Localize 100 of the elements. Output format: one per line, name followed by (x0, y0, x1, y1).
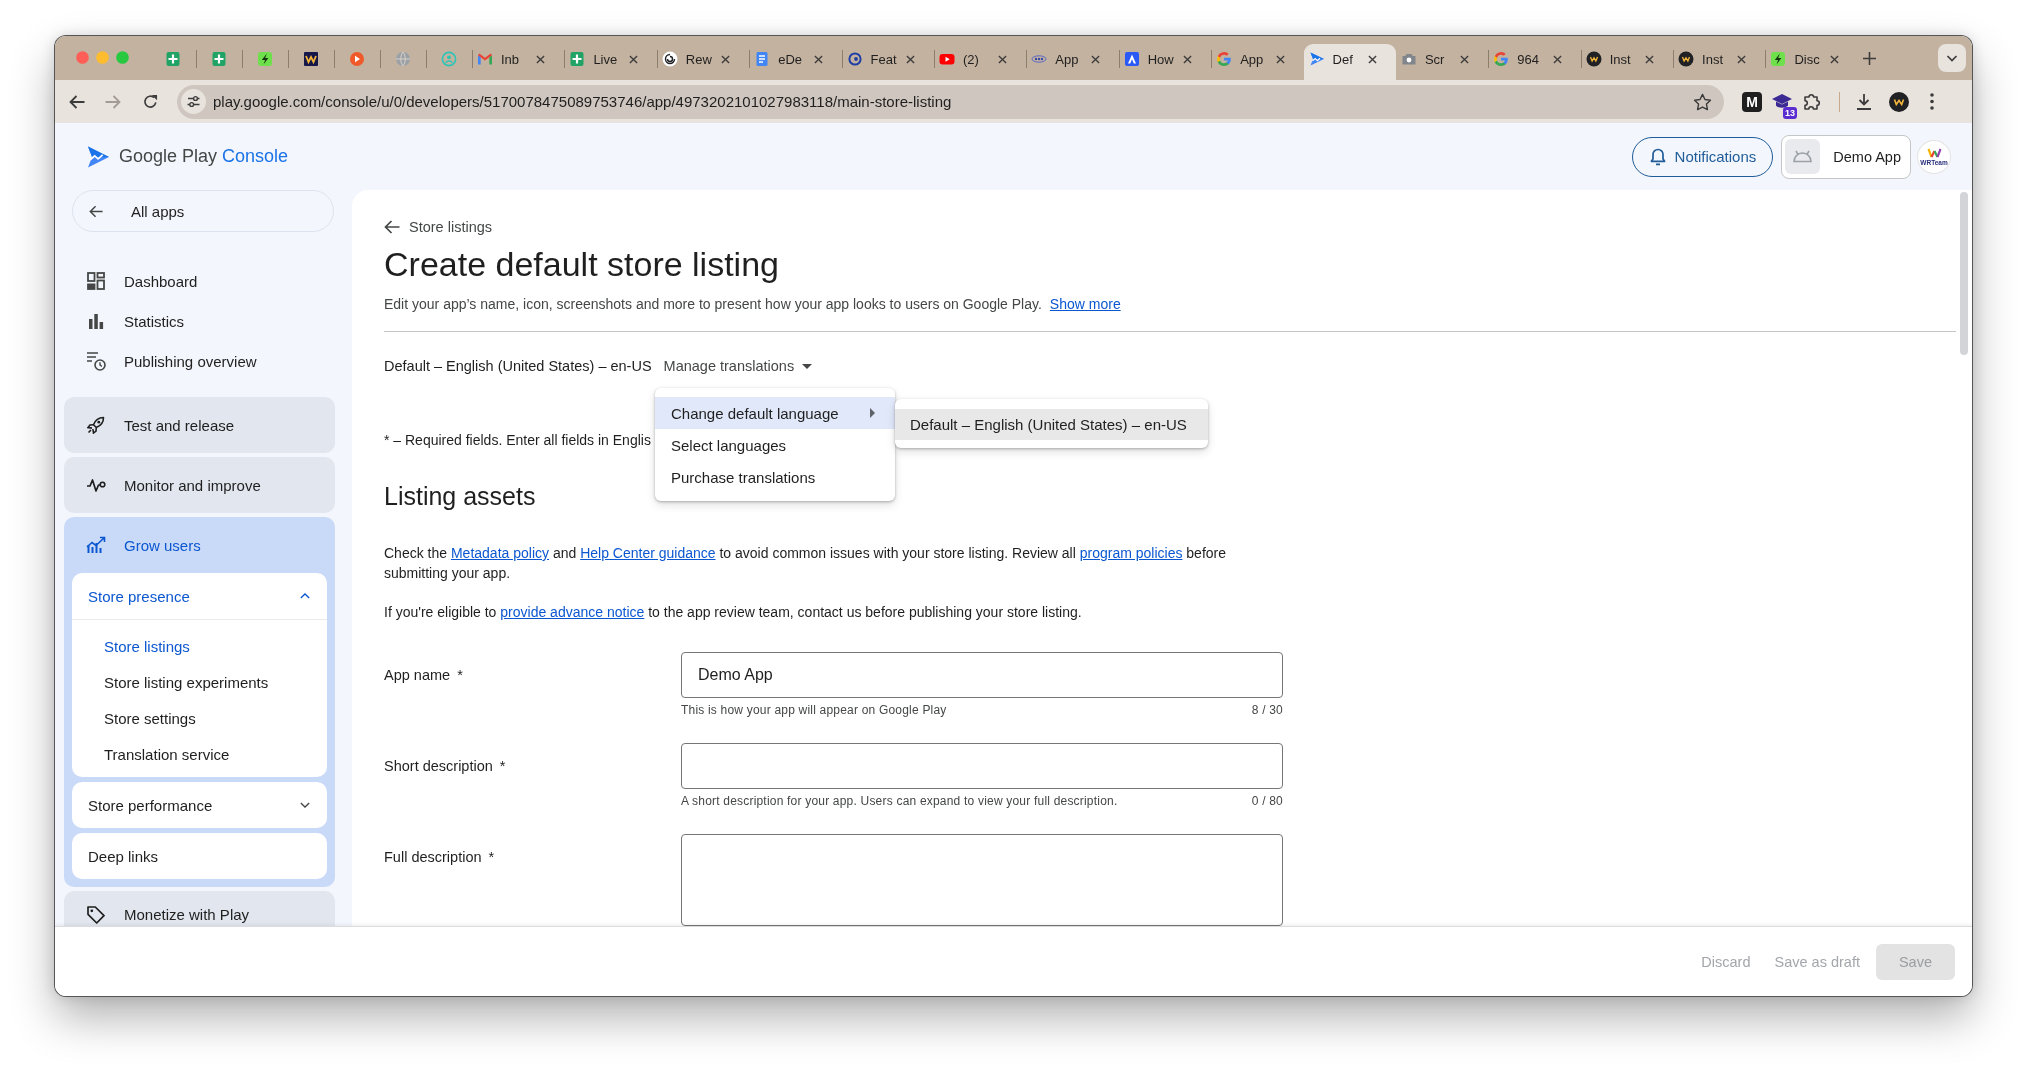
nav-section[interactable]: Monetize with Play (64, 891, 335, 926)
back-icon[interactable] (69, 94, 85, 109)
bar-chart-icon (88, 313, 104, 329)
more-icon[interactable] (1930, 93, 1934, 110)
browser-tab[interactable]: Live (564, 44, 657, 80)
textarea-field[interactable] (681, 834, 1283, 926)
nav-link[interactable]: Statistics (64, 301, 335, 341)
manage-translations-button[interactable]: Manage translations (663, 358, 813, 374)
extension-button[interactable]: M (1742, 91, 1762, 112)
g-logo-icon (1493, 51, 1510, 67)
nav-section-header[interactable]: Grow users (64, 517, 335, 573)
browser-tab[interactable]: (2) (933, 44, 1027, 80)
close-icon[interactable] (1090, 54, 1100, 64)
globe-icon (395, 51, 411, 67)
browser-tab[interactable]: Rew (656, 44, 750, 80)
browser-tab[interactable]: App (1211, 44, 1304, 80)
nav-section[interactable]: Monitor and improve (64, 457, 335, 513)
text-link[interactable]: Help Center guidance (580, 545, 716, 561)
text-link[interactable]: provide advance notice (500, 604, 645, 620)
close-icon[interactable] (905, 54, 915, 64)
browser-tab[interactable]: Scr (1395, 44, 1489, 80)
browser-tab[interactable]: How (1118, 44, 1212, 80)
nav-subitem[interactable]: Store listings (72, 628, 327, 664)
back-arrow-icon (384, 220, 400, 234)
browser-tab[interactable]: Def (1303, 44, 1396, 80)
close-icon[interactable] (1367, 54, 1377, 64)
close-icon[interactable] (536, 54, 546, 64)
nav-item[interactable]: Deep links (72, 833, 327, 879)
close-icon[interactable] (1737, 54, 1747, 64)
profile-avatar-icon[interactable] (1889, 91, 1909, 112)
browser-tab[interactable]: Inst (1580, 44, 1674, 80)
nav-subitem[interactable]: Store listing experiments (72, 664, 327, 700)
nav-item[interactable]: Store performance (72, 782, 327, 828)
text-link[interactable]: Metadata policy (450, 545, 549, 561)
menu-item[interactable]: Change default language (655, 397, 895, 429)
pulse-icon (86, 478, 106, 492)
app-switcher[interactable]: Demo App (1781, 134, 1911, 179)
download-icon[interactable] (1855, 93, 1873, 110)
nav-subitem[interactable]: Store settings (72, 700, 327, 736)
close-icon[interactable] (1552, 54, 1562, 64)
schedule-list-icon (86, 351, 106, 371)
helper-text: A short description for your app. Users can expand to view your full description. (681, 794, 1118, 808)
growth-chart-icon (86, 536, 106, 554)
text-link[interactable]: program policies (1079, 545, 1183, 561)
show-more-link[interactable]: Show more (1049, 296, 1121, 312)
nav-section[interactable]: Test and release (64, 397, 335, 453)
round-logo-icon (1585, 51, 1602, 67)
close-icon[interactable] (1183, 54, 1193, 64)
close-icon[interactable] (721, 54, 731, 64)
character-counter: 8 / 30 (1251, 703, 1283, 717)
reload-icon[interactable] (142, 94, 158, 109)
lightning-tile-icon (1770, 51, 1787, 67)
document-icon (754, 51, 771, 67)
graduation-cap-icon[interactable] (1771, 93, 1793, 110)
back-link[interactable]: Store listings (384, 217, 492, 237)
close-icon[interactable] (1829, 54, 1839, 64)
browser-tab[interactable]: Inb (472, 44, 565, 80)
browser-tab[interactable]: Feat (841, 44, 934, 80)
robot-head-icon (1785, 139, 1821, 174)
browser-tab[interactable]: Disc (1765, 44, 1858, 80)
arrow-logo-icon (1308, 51, 1325, 67)
info-paragraph: If you're eligible to provide advance notice to the app review team, contact us before publishing your store listing. (384, 603, 1083, 622)
close-icon[interactable] (1275, 54, 1285, 64)
close-icon[interactable] (813, 54, 823, 64)
play-circle-icon (349, 51, 365, 67)
site-settings-icon[interactable] (181, 89, 206, 114)
nav-group-header[interactable]: Store presence (72, 573, 327, 620)
tab-search-icon[interactable] (1938, 44, 1966, 72)
browser-tab[interactable]: eDe (749, 44, 842, 80)
address-bar[interactable]: play.google.com/console/u/0/developers/5170078475089753746/app/4973202101027983118/main-store-listing (177, 84, 1724, 119)
close-icon[interactable] (1645, 54, 1655, 64)
close-icon[interactable] (998, 54, 1008, 64)
close-icon[interactable] (1460, 54, 1470, 64)
mail-icon (477, 51, 493, 67)
menu-item[interactable]: Default – English (United States) – en-US (895, 409, 1208, 440)
rocket-icon (87, 416, 105, 434)
puzzle-icon[interactable] (1803, 92, 1821, 111)
helper-text: This is how your app will appear on Google Play (681, 703, 947, 717)
video-play-icon (938, 51, 955, 67)
text-field[interactable] (681, 743, 1283, 789)
arrow-logo-icon (86, 144, 110, 169)
browser-tab[interactable]: App (1026, 44, 1119, 80)
g-logo-icon (1216, 51, 1233, 67)
nav-link[interactable]: Publishing overview (64, 341, 335, 381)
scrollbar-thumb[interactable] (1960, 192, 1968, 355)
new-tab-icon[interactable] (1863, 51, 1877, 65)
menu-item[interactable]: Purchase translations (655, 461, 895, 493)
field-label: Short description * (384, 757, 507, 776)
browser-tab[interactable]: 964 (1488, 44, 1581, 80)
nav-link[interactable]: Dashboard (64, 261, 335, 301)
person-ring-icon (441, 51, 457, 67)
page-title: Create default store listing (384, 244, 780, 284)
close-icon[interactable] (628, 54, 638, 64)
menu-item[interactable]: Select languages (655, 429, 895, 461)
plus-tile-icon (569, 51, 586, 67)
star-icon[interactable] (1693, 92, 1712, 111)
browser-tab[interactable]: Inst (1673, 44, 1766, 80)
round-logo-icon (1678, 51, 1695, 67)
text-field[interactable]: Demo App (681, 652, 1283, 698)
nav-subitem[interactable]: Translation service (72, 736, 327, 772)
